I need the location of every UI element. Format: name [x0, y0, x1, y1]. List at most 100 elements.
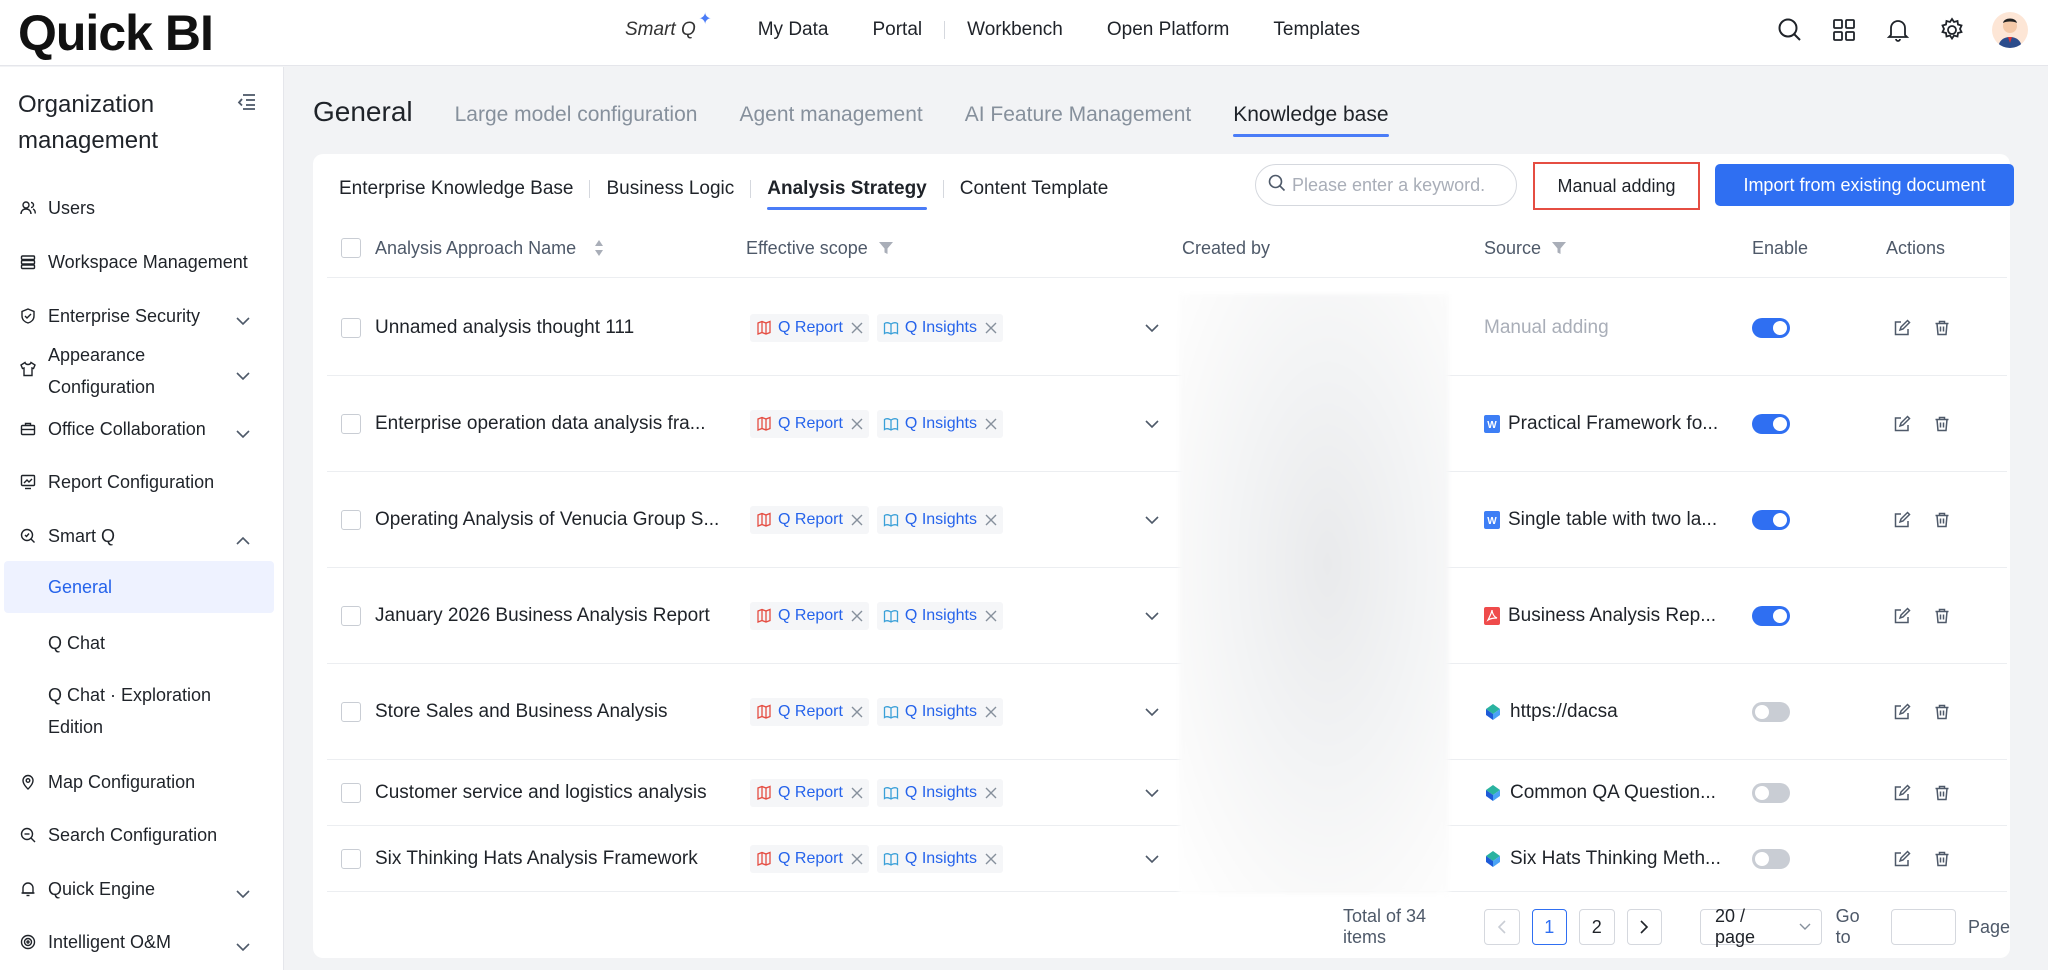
delete-icon[interactable] — [1933, 850, 1951, 868]
sidebar-item-search-configuration[interactable]: Search Configuration — [0, 820, 284, 850]
enable-toggle[interactable] — [1752, 701, 1790, 722]
edit-icon[interactable] — [1893, 702, 1911, 721]
page-button-2[interactable]: 2 — [1579, 909, 1615, 945]
nav-smart-q[interactable]: Smart Q ✦ — [625, 11, 712, 41]
delete-icon[interactable] — [1933, 511, 1951, 529]
chevron-down-icon[interactable] — [236, 310, 250, 331]
approach-name[interactable]: January 2026 Business Analysis Report — [375, 568, 710, 663]
approach-name[interactable]: Unnamed analysis thought 111 — [375, 280, 634, 375]
sidebar-item-map-configuration[interactable]: Map Configuration — [0, 767, 284, 797]
edit-icon[interactable] — [1893, 783, 1911, 802]
delete-icon[interactable] — [1933, 415, 1951, 433]
tab-knowledge-base[interactable]: Knowledge base — [1233, 103, 1389, 137]
tab-large-model-configuration[interactable]: Large model configuration — [455, 103, 698, 137]
sidebar-subitem-general[interactable]: General — [4, 561, 274, 613]
user-avatar[interactable] — [1992, 12, 2028, 48]
remove-tag-icon[interactable] — [985, 418, 997, 430]
nav-portal[interactable]: Portal — [850, 19, 944, 41]
scope-dropdown-chevron[interactable] — [1145, 760, 1159, 825]
row-checkbox[interactable] — [341, 605, 361, 626]
source-link[interactable]: Practical Framework fo... — [1508, 413, 1718, 435]
manual-adding-button[interactable]: Manual adding — [1533, 162, 1700, 210]
approach-name[interactable]: Six Thinking Hats Analysis Framework — [375, 826, 698, 891]
approach-name[interactable]: Operating Analysis of Venucia Group S... — [375, 472, 719, 567]
quick-bi-logo[interactable]: Quick BI — [18, 4, 214, 62]
enable-toggle[interactable] — [1752, 413, 1790, 434]
chevron-down-icon[interactable] — [236, 423, 250, 444]
source-link[interactable]: Common QA Question... — [1510, 782, 1716, 804]
row-checkbox[interactable] — [341, 413, 361, 434]
delete-icon[interactable] — [1933, 784, 1951, 802]
delete-icon[interactable] — [1933, 607, 1951, 625]
edit-icon[interactable] — [1893, 849, 1911, 868]
tab-ai-feature-management[interactable]: AI Feature Management — [965, 103, 1191, 137]
scope-dropdown-chevron[interactable] — [1145, 376, 1159, 471]
select-all-checkbox[interactable] — [341, 238, 361, 258]
scope-dropdown-chevron[interactable] — [1145, 472, 1159, 567]
remove-tag-icon[interactable] — [985, 853, 997, 865]
subtab-business-logic[interactable]: Business Logic — [590, 178, 750, 200]
sidebar-item-office-collaboration[interactable]: Office Collaboration — [0, 414, 284, 444]
remove-tag-icon[interactable] — [851, 787, 863, 799]
source-link[interactable]: Single table with two la... — [1508, 509, 1717, 531]
collapse-sidebar-icon[interactable] — [236, 93, 256, 116]
chevron-down-icon[interactable] — [236, 883, 250, 904]
scope-dropdown-chevron[interactable] — [1145, 280, 1159, 375]
goto-page-input[interactable] — [1890, 909, 1956, 945]
row-checkbox[interactable] — [341, 509, 361, 530]
sidebar-item-enterprise-security[interactable]: Enterprise Security — [0, 301, 284, 331]
remove-tag-icon[interactable] — [985, 610, 997, 622]
sidebar-subitem-q-chat-exploration[interactable]: Q Chat · Exploration Edition — [4, 679, 244, 743]
sidebar-subitem-q-chat[interactable]: Q Chat — [4, 627, 274, 659]
apps-grid-icon[interactable] — [1830, 16, 1858, 44]
bell-icon[interactable] — [1884, 16, 1912, 44]
subtab-content-template[interactable]: Content Template — [944, 178, 1125, 200]
chevron-down-icon[interactable] — [236, 936, 250, 957]
enable-toggle[interactable] — [1752, 848, 1790, 869]
enable-toggle[interactable] — [1752, 782, 1790, 803]
subtab-analysis-strategy[interactable]: Analysis Strategy — [751, 178, 942, 210]
row-checkbox[interactable] — [341, 701, 361, 722]
row-checkbox[interactable] — [341, 848, 361, 869]
enable-toggle[interactable] — [1752, 317, 1790, 338]
source-link[interactable]: https://dacsa — [1510, 701, 1618, 723]
remove-tag-icon[interactable] — [851, 853, 863, 865]
row-checkbox[interactable] — [341, 782, 361, 803]
sidebar-item-workspace-management[interactable]: Workspace Management — [0, 247, 284, 277]
filter-icon[interactable] — [878, 240, 894, 256]
delete-icon[interactable] — [1933, 319, 1951, 337]
remove-tag-icon[interactable] — [851, 418, 863, 430]
row-checkbox[interactable] — [341, 317, 361, 338]
sidebar-item-report-configuration[interactable]: Report Configuration — [0, 467, 284, 497]
approach-name[interactable]: Customer service and logistics analysis — [375, 760, 707, 825]
filter-icon[interactable] — [1551, 240, 1567, 256]
source-link[interactable]: Six Hats Thinking Meth... — [1510, 848, 1721, 870]
sidebar-item-appearance-configuration[interactable]: Appearance Configuration — [0, 339, 284, 403]
remove-tag-icon[interactable] — [985, 514, 997, 526]
import-from-existing-document-button[interactable]: Import from existing document — [1715, 164, 2014, 206]
nav-workbench[interactable]: Workbench — [945, 19, 1085, 41]
approach-name[interactable]: Enterprise operation data analysis fra..… — [375, 376, 706, 471]
chevron-down-icon[interactable] — [236, 365, 250, 386]
sidebar-item-users[interactable]: Users — [0, 193, 284, 223]
edit-icon[interactable] — [1893, 510, 1911, 529]
nav-open-platform[interactable]: Open Platform — [1085, 19, 1252, 41]
nav-templates[interactable]: Templates — [1251, 19, 1382, 41]
next-page-button[interactable] — [1626, 909, 1662, 945]
tab-agent-management[interactable]: Agent management — [739, 103, 922, 137]
remove-tag-icon[interactable] — [985, 322, 997, 334]
chevron-up-icon[interactable] — [236, 530, 250, 551]
scope-dropdown-chevron[interactable] — [1145, 826, 1159, 891]
enable-toggle[interactable] — [1752, 605, 1790, 626]
subtab-enterprise-knowledge-base[interactable]: Enterprise Knowledge Base — [339, 178, 589, 200]
scope-dropdown-chevron[interactable] — [1145, 568, 1159, 663]
remove-tag-icon[interactable] — [985, 706, 997, 718]
approach-name[interactable]: Store Sales and Business Analysis — [375, 664, 668, 759]
gear-icon[interactable] — [1938, 16, 1966, 44]
remove-tag-icon[interactable] — [985, 787, 997, 799]
scope-dropdown-chevron[interactable] — [1145, 664, 1159, 759]
delete-icon[interactable] — [1933, 703, 1951, 721]
remove-tag-icon[interactable] — [851, 322, 863, 334]
remove-tag-icon[interactable] — [851, 610, 863, 622]
nav-my-data[interactable]: My Data — [736, 19, 851, 41]
